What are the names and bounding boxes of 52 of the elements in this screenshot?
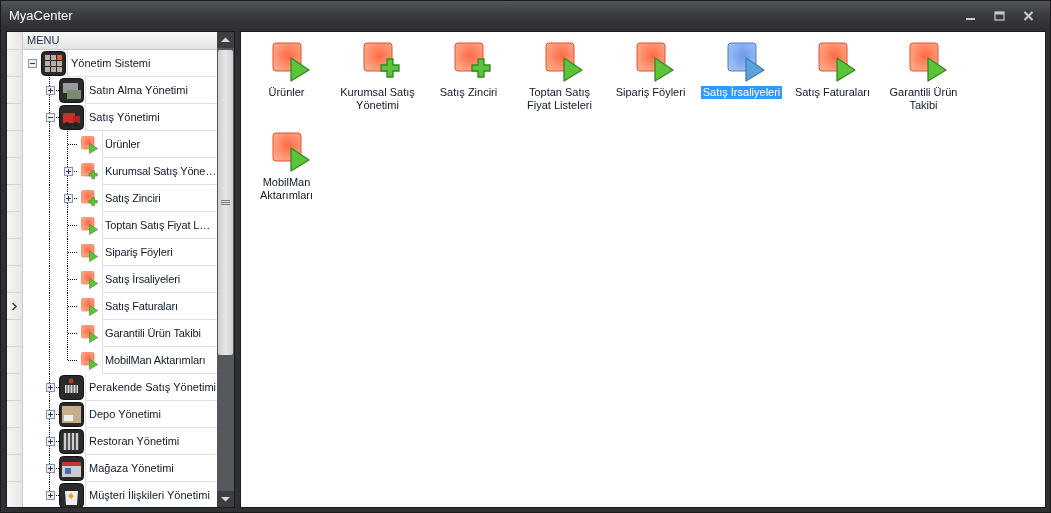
column-header: MENU bbox=[23, 32, 217, 50]
expand-icon[interactable] bbox=[45, 464, 55, 473]
square-play-icon bbox=[635, 42, 676, 82]
expand-icon[interactable] bbox=[63, 194, 73, 203]
close-icon[interactable] bbox=[1023, 10, 1034, 21]
current-row-icon bbox=[11, 301, 18, 311]
tile-icon bbox=[59, 456, 84, 481]
item-label[interactable]: Kurumsal Satış Yönetimi bbox=[332, 86, 423, 112]
scroll-up-icon[interactable] bbox=[217, 32, 234, 48]
expand-icon[interactable] bbox=[63, 167, 73, 176]
tile-icon bbox=[59, 429, 84, 454]
grid-icon bbox=[41, 51, 66, 76]
square-play-icon bbox=[817, 42, 858, 82]
square-plus-icon bbox=[81, 162, 99, 181]
square-play-icon bbox=[81, 243, 99, 262]
window-title: MyaCenter bbox=[9, 8, 73, 23]
item-label[interactable]: Sipariş Föyleri bbox=[613, 86, 688, 99]
expand-icon[interactable] bbox=[45, 383, 55, 392]
row-header[interactable] bbox=[7, 293, 23, 320]
tile-icon bbox=[59, 375, 84, 400]
item-label[interactable]: Toptan Satış Fiyat Listeleri bbox=[514, 86, 605, 112]
square-play-icon bbox=[271, 132, 312, 172]
square-play-icon bbox=[81, 351, 99, 370]
tile-icon bbox=[59, 105, 84, 130]
square-play-icon bbox=[81, 270, 99, 289]
square-play-icon bbox=[81, 324, 99, 343]
square-plus-icon bbox=[81, 189, 99, 208]
tile-icon bbox=[59, 402, 84, 427]
collapse-icon[interactable] bbox=[27, 59, 37, 68]
item-label[interactable]: Satış Faturaları bbox=[792, 86, 873, 99]
scrollbar[interactable] bbox=[217, 32, 234, 507]
square-play-icon bbox=[908, 42, 949, 82]
square-play-icon bbox=[726, 42, 767, 82]
expand-icon[interactable] bbox=[45, 437, 55, 446]
square-play-icon bbox=[81, 135, 99, 154]
maximize-icon[interactable] bbox=[994, 10, 1005, 21]
item-label[interactable]: Satış Zinciri bbox=[437, 86, 500, 99]
item-label[interactable]: MobilMan Aktarımları bbox=[241, 176, 332, 202]
square-play-icon bbox=[271, 42, 312, 82]
expand-icon[interactable] bbox=[45, 86, 55, 95]
square-play-icon bbox=[81, 216, 99, 235]
expand-icon[interactable] bbox=[45, 410, 55, 419]
scroll-down-icon[interactable] bbox=[217, 491, 234, 507]
square-play-icon bbox=[81, 297, 99, 316]
corner-header bbox=[7, 32, 23, 50]
item-label[interactable]: Ürünler bbox=[266, 86, 307, 99]
collapse-icon[interactable] bbox=[45, 113, 55, 122]
tile-icon bbox=[59, 78, 84, 103]
scroll-thumb[interactable] bbox=[218, 50, 233, 355]
expand-icon[interactable] bbox=[45, 491, 55, 500]
item-label[interactable]: Garantili Ürün Takibi bbox=[878, 86, 969, 112]
square-play-icon bbox=[544, 42, 585, 82]
